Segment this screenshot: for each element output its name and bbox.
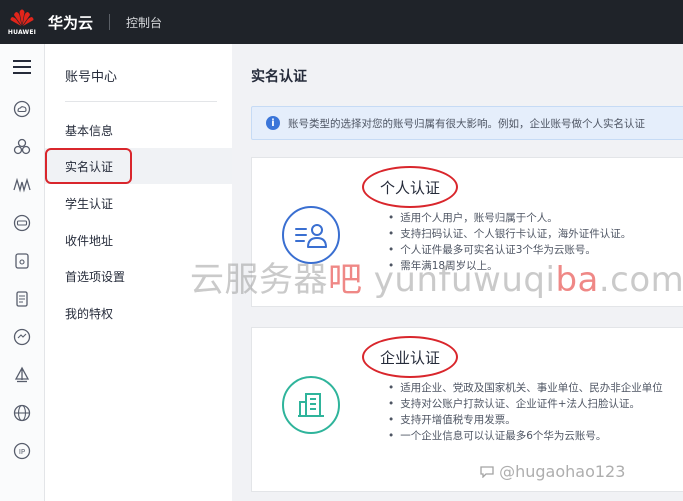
- enterprise-auth-title: 企业认证: [380, 349, 441, 367]
- page-title: 实名认证: [251, 69, 307, 85]
- watermark-part: yunfuwuqi: [362, 260, 556, 300]
- notice-text: 账号类型的选择对您的账号归属有很大影响。例如，企业账号做个人实名认证: [288, 117, 645, 130]
- author-watermark: @hugaohao123: [480, 462, 625, 481]
- author-handle: @hugaohao123: [499, 462, 626, 481]
- cloud-network-icon[interactable]: [0, 318, 44, 356]
- service-icon-bar: IP: [0, 44, 45, 501]
- cloud-icon[interactable]: [0, 90, 44, 128]
- sail-icon[interactable]: [0, 356, 44, 394]
- enterprise-building-icon: [282, 376, 340, 434]
- watermark-part: .com: [598, 260, 683, 300]
- active-item-highlight: [45, 148, 132, 184]
- console-link[interactable]: 控制台: [126, 14, 162, 31]
- ip-icon-label: IP: [19, 448, 25, 456]
- list-item: 适用企业、党政及国家机关、事业单位、民办非企业单位: [388, 380, 663, 396]
- watermark-part-red: 吧: [328, 260, 363, 300]
- nav-title: 账号中心: [65, 70, 118, 85]
- nav-item-student-auth[interactable]: 学生认证: [45, 185, 232, 221]
- storage-icon[interactable]: [0, 242, 44, 280]
- hamburger-menu-icon: [13, 60, 31, 74]
- nav-item-basic-info[interactable]: 基本信息: [45, 112, 232, 148]
- database-icon[interactable]: [0, 204, 44, 242]
- top-bar: HUAWEI 华为云 控制台: [0, 0, 683, 44]
- ip-icon[interactable]: IP: [0, 432, 44, 470]
- list-item: 支持扫码认证、个人银行卡认证，海外证件认证。: [388, 226, 631, 242]
- info-notice: i 账号类型的选择对您的账号归属有很大影响。例如，企业账号做个人实名认证: [251, 106, 683, 140]
- watermark-part-red: ba: [555, 260, 599, 300]
- enterprise-auth-features: 适用企业、党政及国家机关、事业单位、民办非企业单位 支持对公账户打款认证、企业证…: [388, 380, 663, 444]
- cluster-icon[interactable]: [0, 128, 44, 166]
- globe-icon[interactable]: [0, 394, 44, 432]
- info-icon: i: [266, 116, 280, 130]
- logo-text: HUAWEI: [7, 28, 37, 36]
- chat-bubble-icon: [480, 466, 494, 479]
- site-watermark: 云服务器吧 yunfuwuqiba.com: [190, 252, 683, 301]
- list-item: 一个企业信息可以认证最多6个华为云账号。: [388, 428, 663, 444]
- header-divider: [109, 14, 111, 30]
- watermark-part: 云服务器: [190, 260, 328, 300]
- personal-auth-title: 个人认证: [380, 179, 441, 197]
- list-item: 支持对公账户打款认证、企业证件+法人扫脸认证。: [388, 396, 663, 412]
- nav-divider: [65, 101, 217, 102]
- huawei-logo[interactable]: HUAWEI: [0, 0, 44, 44]
- huawei-petal-icon: [10, 9, 34, 26]
- list-item: 适用个人用户，账号归属于个人。: [388, 210, 631, 226]
- monitor-icon[interactable]: [0, 166, 44, 204]
- list-item: 支持开增值税专用发票。: [388, 412, 663, 428]
- brand-name[interactable]: 华为云: [48, 12, 93, 33]
- document-icon[interactable]: [0, 280, 44, 318]
- menu-button[interactable]: [0, 44, 44, 90]
